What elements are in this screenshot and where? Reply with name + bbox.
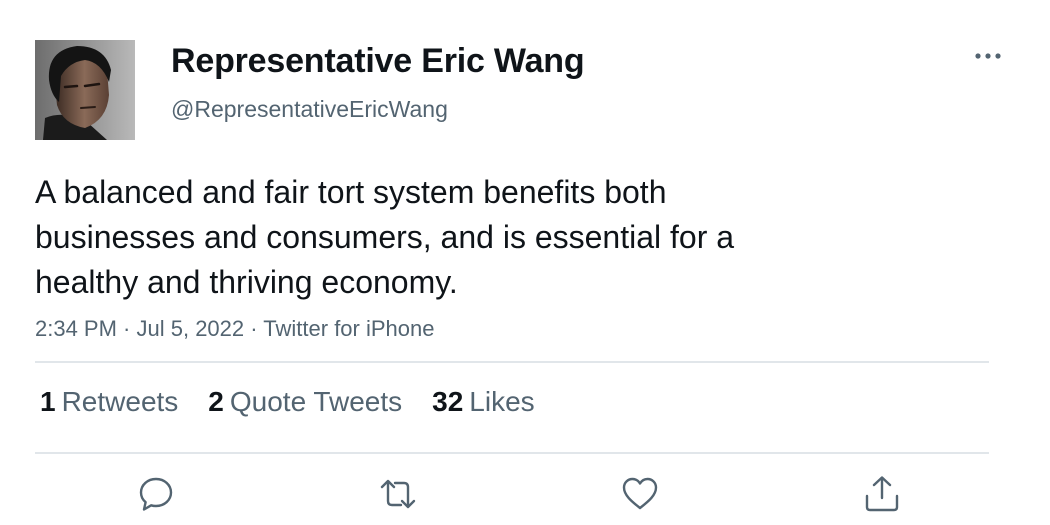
tweet-stats: 1 Retweets 2 Quote Tweets 32 Likes	[40, 386, 535, 418]
reply-icon[interactable]	[136, 474, 176, 514]
share-icon[interactable]	[862, 474, 902, 514]
tweet-text-line: A balanced and fair tort system benefits…	[35, 174, 667, 210]
tweet-time[interactable]: 2:34 PM	[35, 316, 117, 341]
retweets-count: 1	[40, 386, 56, 417]
author-name[interactable]: Representative Eric Wang	[171, 42, 585, 81]
quote-tweets-stat[interactable]: 2 Quote Tweets	[208, 386, 402, 418]
tweet-date[interactable]: Jul 5, 2022	[137, 316, 245, 341]
retweets-stat[interactable]: 1 Retweets	[40, 386, 178, 418]
meta-separator: ·	[116, 316, 137, 341]
tweet-text-line: healthy and thriving economy.	[35, 264, 458, 300]
tweet-meta: 2:34 PM · Jul 5, 2022 · Twitter for iPho…	[35, 316, 434, 342]
meta-separator: ·	[244, 316, 264, 341]
divider	[35, 452, 989, 454]
likes-label: Likes	[469, 386, 535, 417]
author-handle[interactable]: @RepresentativeEricWang	[171, 96, 448, 123]
retweets-label: Retweets	[61, 386, 179, 417]
more-horizontal-icon[interactable]	[968, 40, 1008, 70]
quote-tweets-count: 2	[208, 386, 224, 417]
avatar-image	[35, 40, 135, 140]
heart-icon[interactable]	[620, 474, 660, 514]
likes-count: 32	[432, 386, 464, 417]
quote-tweets-label: Quote Tweets	[229, 386, 403, 417]
avatar[interactable]	[35, 40, 135, 140]
divider	[35, 361, 989, 363]
tweet-text-line: businesses and consumers, and is essenti…	[35, 219, 735, 255]
tweet-card: Representative Eric Wang @Representative…	[0, 0, 1050, 525]
tweet-source[interactable]: Twitter for iPhone	[263, 316, 434, 341]
tweet-text: A balanced and fair tort system benefits…	[35, 170, 835, 305]
retweet-icon[interactable]	[378, 474, 418, 514]
likes-stat[interactable]: 32 Likes	[432, 386, 535, 418]
